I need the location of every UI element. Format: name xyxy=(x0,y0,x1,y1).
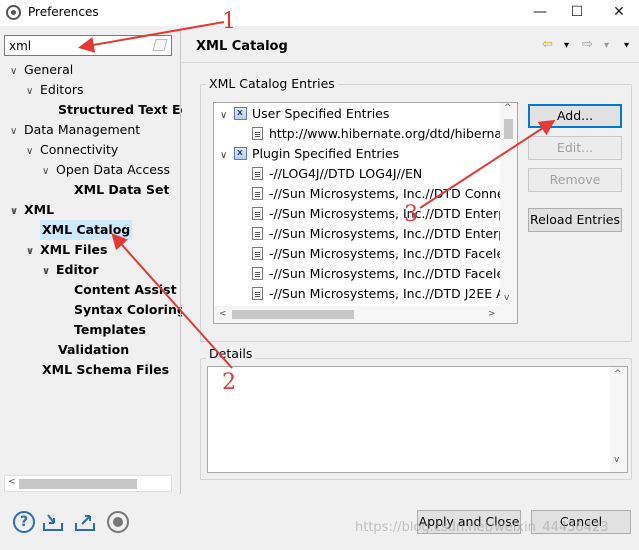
entries-horizontal-scrollbar[interactable]: < > xyxy=(214,306,517,323)
annotation-number-1: 1 xyxy=(222,9,236,34)
collapse-icon[interactable]: ∨ xyxy=(10,202,24,222)
remove-button[interactable]: Remove xyxy=(528,168,622,192)
pane-divider[interactable] xyxy=(180,28,181,494)
collapse-icon[interactable]: ∨ xyxy=(42,162,56,182)
entry-row[interactable]: -//LOG4J//DTD LOG4J//EN xyxy=(252,164,422,184)
document-icon xyxy=(252,127,263,140)
document-icon xyxy=(252,267,263,280)
tree-item-content-assist[interactable]: Content Assist xyxy=(74,280,177,300)
details-label: Details xyxy=(206,346,256,361)
tree-item-data-management[interactable]: ∨ Data Management xyxy=(10,120,140,140)
document-icon xyxy=(252,207,263,220)
back-icon[interactable]: ⇦ xyxy=(542,37,553,52)
document-icon xyxy=(252,247,263,260)
entry-row[interactable]: -//Sun Microsystems, Inc.//DTD Connec xyxy=(252,184,512,204)
minimize-button[interactable]: — xyxy=(522,0,558,26)
tree-item-xml-files[interactable]: ∨ XML Files xyxy=(26,240,107,260)
clear-filter-icon[interactable] xyxy=(152,39,168,51)
tree-item-editor[interactable]: ∨ Editor xyxy=(42,260,99,280)
tree-item-templates[interactable]: Templates xyxy=(74,320,146,340)
maximize-button[interactable]: ☐ xyxy=(559,0,595,26)
collapse-icon[interactable]: ∨ xyxy=(26,242,40,262)
collapse-icon[interactable]: ∨ xyxy=(42,262,56,282)
details-text-area[interactable]: ^ v xyxy=(207,366,628,473)
help-icon[interactable]: ? xyxy=(13,511,35,533)
entry-row[interactable]: -//Sun Microsystems, Inc.//DTD Enterpr xyxy=(252,204,511,224)
back-menu-icon[interactable]: ▾ xyxy=(564,40,569,51)
record-icon[interactable] xyxy=(107,511,129,533)
tree-item-general[interactable]: ∨ General xyxy=(10,60,73,80)
document-icon xyxy=(252,227,263,240)
entry-row-plugin-specified[interactable]: ∨Plugin Specified Entries xyxy=(220,143,399,166)
tree-item-open-data-access[interactable]: ∨ Open Data Access xyxy=(42,160,170,180)
scroll-up-icon[interactable]: ^ xyxy=(614,369,622,379)
entry-row[interactable]: -//Sun Microsystems, Inc.//DTD Enterpr xyxy=(252,224,511,244)
view-menu-icon[interactable]: ▾ xyxy=(624,40,629,51)
import-icon[interactable] xyxy=(42,511,64,533)
entry-row[interactable]: http://www.hibernate.org/dtd/hibernate xyxy=(252,124,515,144)
title-bar: Preferences — ☐ ✕ xyxy=(0,0,639,26)
annotation-number-2: 2 xyxy=(222,370,236,395)
forward-icon[interactable]: ⇨ xyxy=(582,37,593,52)
forward-menu-icon[interactable]: ▾ xyxy=(604,40,609,51)
export-icon[interactable] xyxy=(74,511,96,533)
collapse-icon[interactable]: ∨ xyxy=(220,106,234,126)
watermark: https://blog.csdn.net/weixin_44436423 xyxy=(355,520,609,535)
document-icon xyxy=(252,287,263,300)
document-icon xyxy=(252,167,263,180)
filter-field[interactable] xyxy=(4,35,172,56)
scroll-left-icon[interactable]: < xyxy=(219,309,227,319)
scrollbar-thumb[interactable] xyxy=(504,119,513,139)
collapse-icon[interactable]: ∨ xyxy=(220,146,234,166)
scroll-down-icon[interactable]: v xyxy=(504,293,509,303)
tree-horizontal-scrollbar[interactable]: < xyxy=(4,475,172,492)
close-button[interactable]: ✕ xyxy=(601,0,637,26)
eclipse-icon xyxy=(6,5,21,20)
tree-item-connectivity[interactable]: ∨ Connectivity xyxy=(26,140,118,160)
scrollbar-thumb[interactable] xyxy=(19,479,137,489)
tree-item-structured-text-editors[interactable]: Structured Text Ed xyxy=(58,100,190,120)
collapse-icon[interactable]: ∨ xyxy=(10,62,24,82)
scroll-up-icon[interactable]: ^ xyxy=(504,103,512,113)
scroll-left-icon[interactable]: < xyxy=(8,477,16,487)
catalog-entries-tree[interactable]: ∨User Specified Entries http://www.hiber… xyxy=(213,102,518,324)
entry-row-user-specified[interactable]: ∨User Specified Entries xyxy=(220,103,389,126)
filter-input[interactable] xyxy=(5,36,145,55)
tree-item-validation[interactable]: Validation xyxy=(58,340,129,360)
details-vertical-scrollbar[interactable]: ^ v xyxy=(610,367,627,472)
tree-item-xml[interactable]: ∨ XML xyxy=(10,200,54,220)
collapse-icon[interactable]: ∨ xyxy=(10,122,24,142)
window-title: Preferences xyxy=(28,5,99,19)
page-title: XML Catalog xyxy=(196,39,288,54)
collapse-icon[interactable]: ∨ xyxy=(26,142,40,162)
xml-catalog-icon xyxy=(234,103,247,123)
tree-item-syntax-coloring[interactable]: Syntax Coloring xyxy=(74,300,186,320)
tree-item-editors[interactable]: ∨ Editors xyxy=(26,80,84,100)
xml-catalog-icon xyxy=(234,143,247,163)
reload-entries-button[interactable]: Reload Entries xyxy=(528,208,622,232)
entry-row[interactable]: -//Sun Microsystems, Inc.//DTD Facelet xyxy=(252,244,509,264)
entry-row[interactable]: -//Sun Microsystems, Inc.//DTD Facelet xyxy=(252,264,509,284)
edit-button[interactable]: Edit... xyxy=(528,136,622,160)
catalog-entries-label: XML Catalog Entries xyxy=(206,76,338,91)
preference-tree: ∨ General ∨ Editors Structured Text Ed ∨ Da… xyxy=(0,60,190,470)
entry-row[interactable]: -//Sun Microsystems, Inc.//DTD J2EE Ap xyxy=(252,284,513,304)
scroll-down-icon[interactable]: v xyxy=(614,455,619,465)
document-icon xyxy=(252,187,263,200)
scroll-right-icon[interactable]: > xyxy=(488,309,496,319)
tree-item-xml-data-set[interactable]: XML Data Set xyxy=(74,180,169,200)
title-separator xyxy=(182,62,639,63)
scrollbar-thumb[interactable] xyxy=(232,310,354,319)
tree-item-xml-schema-files[interactable]: XML Schema Files xyxy=(42,360,169,380)
collapse-icon[interactable]: ∨ xyxy=(26,82,40,102)
add-button[interactable]: Add... xyxy=(528,104,622,128)
entries-vertical-scrollbar[interactable]: ^ v xyxy=(500,103,517,308)
tree-item-xml-catalog[interactable]: XML Catalog xyxy=(40,220,133,240)
annotation-number-3: 3 xyxy=(404,202,418,227)
